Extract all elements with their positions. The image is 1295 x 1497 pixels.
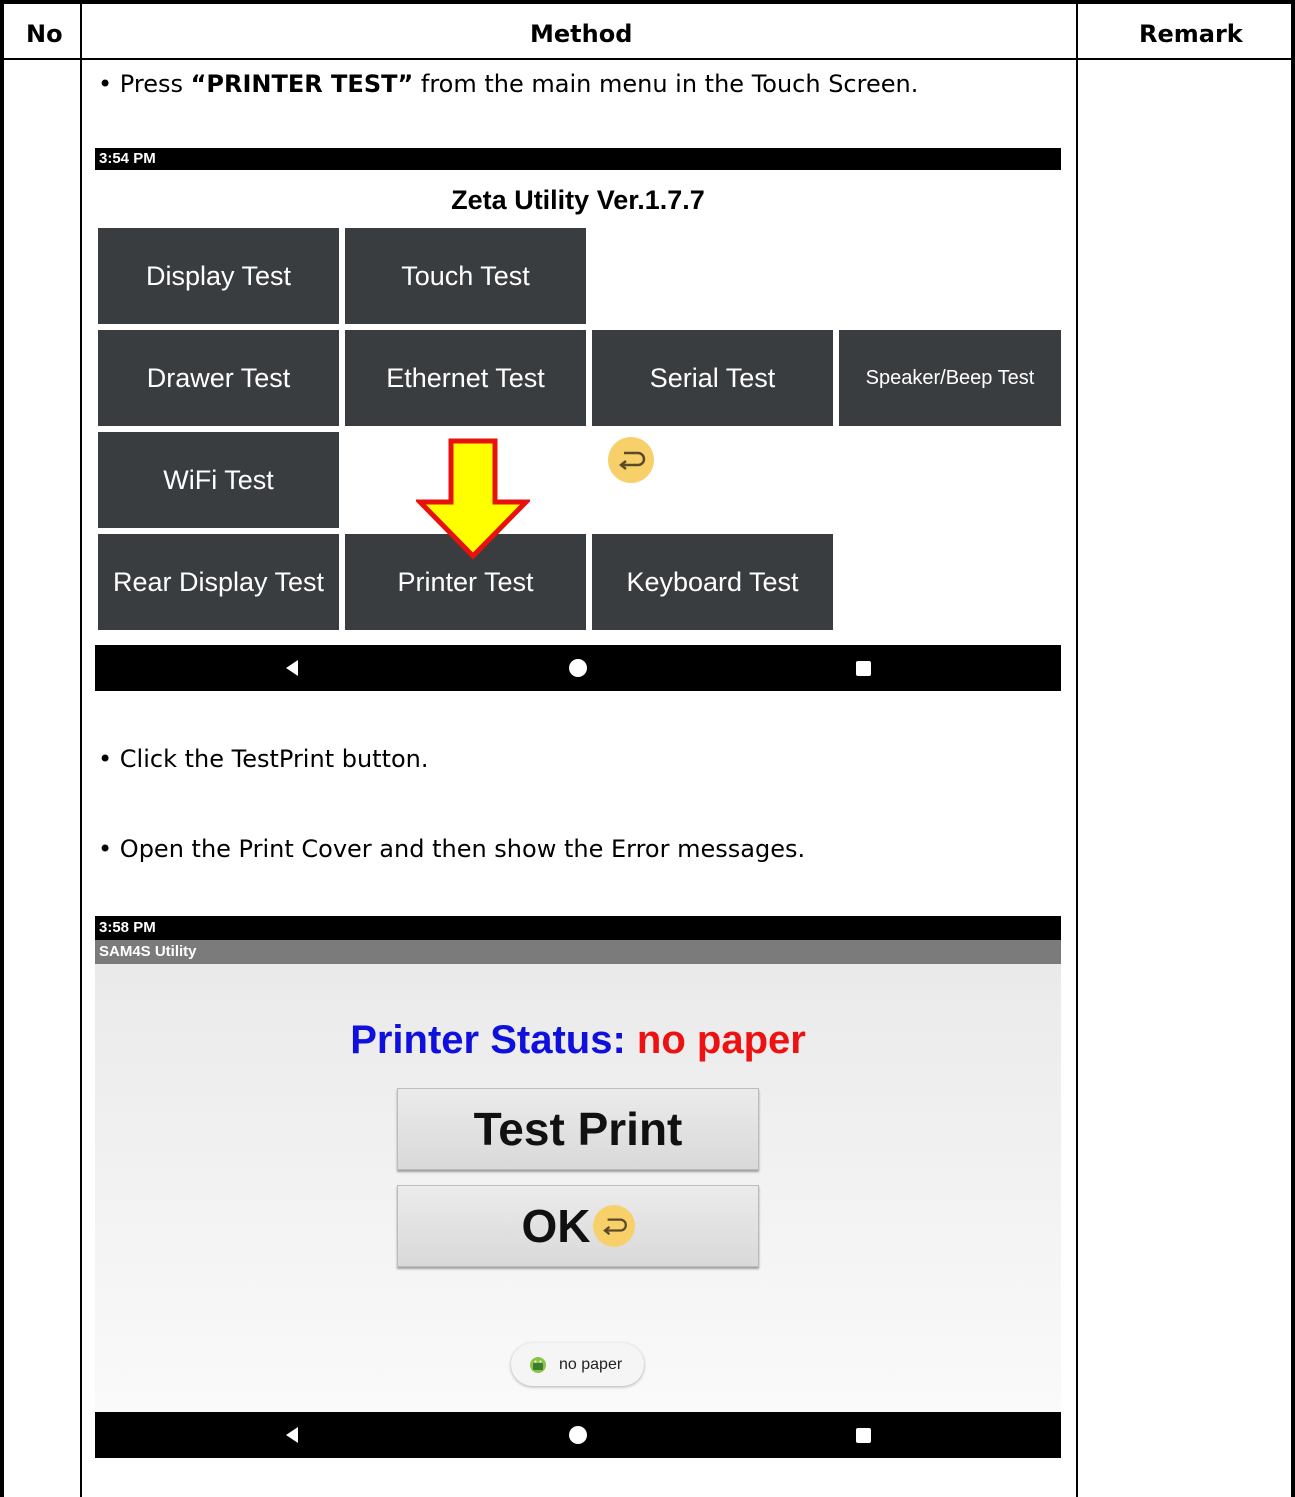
speaker-beep-test-button[interactable]: Speaker/Beep Test xyxy=(839,330,1061,426)
android-icon xyxy=(530,1356,546,1373)
wifi-test-button[interactable]: WiFi Test xyxy=(98,432,339,528)
bullet-dot: • xyxy=(98,70,120,98)
ethernet-test-button[interactable]: Ethernet Test xyxy=(345,330,586,426)
display-test-button[interactable]: Display Test xyxy=(98,228,339,324)
app-bar-title: SAM4S Utility xyxy=(99,943,197,960)
drawer-test-button[interactable]: Drawer Test xyxy=(98,330,339,426)
nav-recent-icon-2[interactable] xyxy=(856,1428,871,1443)
app-bar: SAM4S Utility xyxy=(95,940,1061,964)
nav-recent-icon[interactable] xyxy=(856,661,871,676)
toast-text: no paper xyxy=(559,1355,623,1373)
printer-status-value: no paper xyxy=(636,1018,806,1062)
header-method: Method xyxy=(530,20,633,48)
down-arrow-icon xyxy=(416,438,530,560)
status-time-2: 3:58 PM xyxy=(99,919,156,936)
col-divider-2 xyxy=(1076,4,1078,1497)
undo-icon-2 xyxy=(592,1205,635,1247)
header-remark: Remark xyxy=(1139,20,1243,48)
keyboard-test-button[interactable]: Keyboard Test xyxy=(592,534,833,630)
printer-status: Printer Status: no paper xyxy=(95,1018,1061,1063)
status-bar: 3:54 PM xyxy=(95,148,1061,170)
step-1: • Press “PRINTER TEST” from the main men… xyxy=(98,70,919,98)
nav-back-icon-2[interactable] xyxy=(286,1427,298,1443)
nav-home-icon[interactable] xyxy=(569,659,587,677)
printer-status-label: Printer Status: xyxy=(350,1018,637,1062)
header-divider xyxy=(0,58,1295,60)
col-divider-1 xyxy=(80,4,82,1497)
header-no: No xyxy=(26,20,63,48)
toast-message: no paper xyxy=(511,1343,644,1386)
ok-button[interactable]: OK xyxy=(397,1185,759,1267)
bullet-dot: • xyxy=(98,835,120,863)
status-bar-2: 3:58 PM xyxy=(95,916,1061,940)
status-time: 3:54 PM xyxy=(99,150,156,167)
rear-display-test-button[interactable]: Rear Display Test xyxy=(98,534,339,630)
step-1-keyword: “PRINTER TEST” xyxy=(190,70,414,98)
step-2: • Click the TestPrint button. xyxy=(98,745,429,773)
left-border xyxy=(0,0,4,1497)
test-print-button[interactable]: Test Print xyxy=(397,1088,759,1170)
nav-home-icon-2[interactable] xyxy=(569,1426,587,1444)
step-3: • Open the Print Cover and then show the… xyxy=(98,835,806,863)
app-title: Zeta Utility Ver.1.7.7 xyxy=(451,185,705,215)
top-border xyxy=(0,0,1295,4)
undo-icon xyxy=(608,437,654,483)
bullet-dot: • xyxy=(98,745,120,773)
right-border xyxy=(1291,0,1295,1497)
touch-test-button[interactable]: Touch Test xyxy=(345,228,586,324)
serial-test-button[interactable]: Serial Test xyxy=(592,330,833,426)
nav-back-icon[interactable] xyxy=(286,660,298,676)
